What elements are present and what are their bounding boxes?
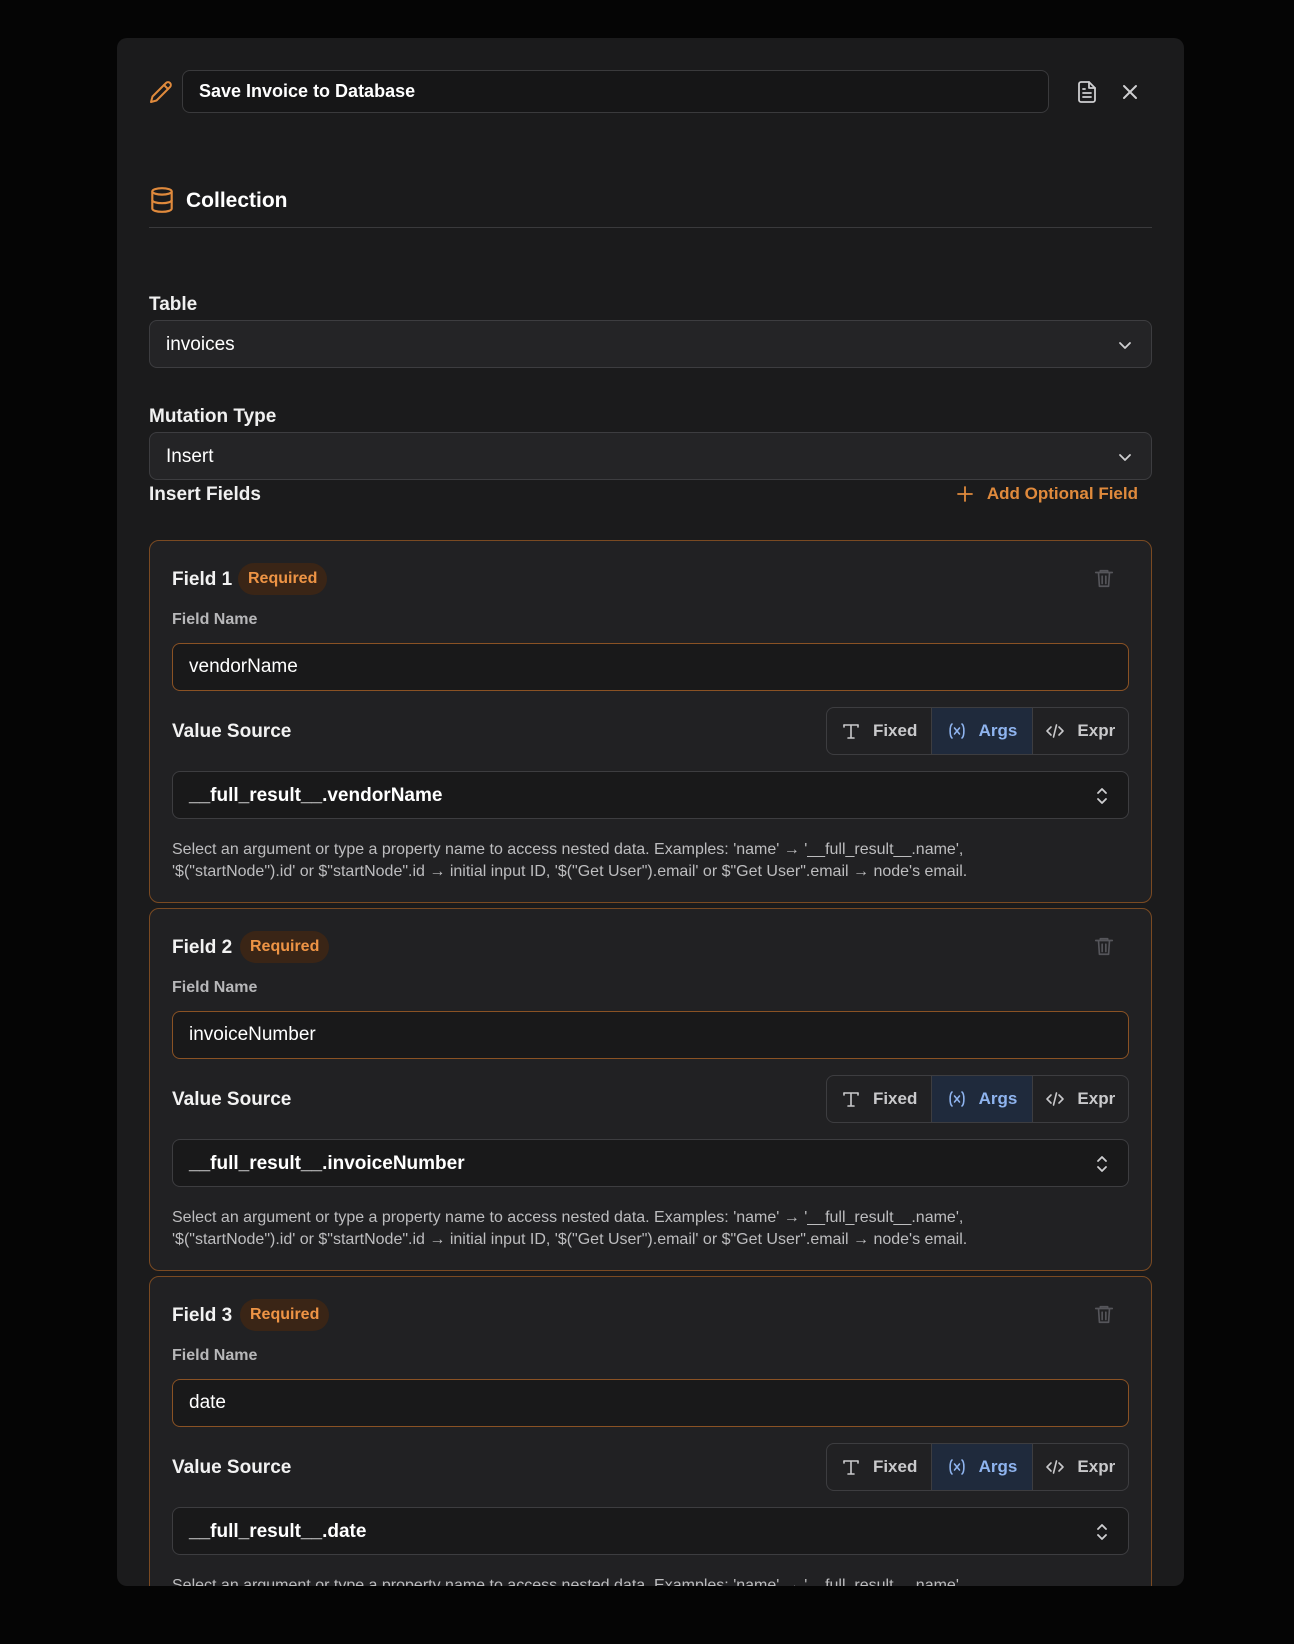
- plus-icon: [956, 486, 973, 502]
- chevron-up-down-icon: [1097, 1156, 1107, 1172]
- mutation-type-value: Insert: [166, 446, 214, 467]
- chevron-up-down-icon: [1097, 1524, 1107, 1540]
- field-name-input[interactable]: [172, 643, 1129, 691]
- node-title-input[interactable]: [182, 70, 1049, 113]
- table-label: Table: [149, 294, 198, 315]
- required-badge: Required: [240, 931, 330, 963]
- edit-node-panel: Collection Table invoices Mutation Type …: [117, 38, 1184, 1586]
- field-card: Field 2 Required Field Name Value Source…: [149, 908, 1152, 1271]
- chevron-down-icon: [1119, 454, 1131, 461]
- field-title: Field 1: [172, 569, 233, 590]
- code-icon: [1046, 1092, 1065, 1106]
- argument-select[interactable]: __full_result__.vendorName: [172, 771, 1129, 819]
- variable-icon: [948, 1091, 965, 1107]
- source-option-args[interactable]: Args: [932, 1444, 1033, 1490]
- panel-header: [149, 70, 1152, 113]
- mutation-type-label: Mutation Type: [149, 406, 277, 427]
- field-name-input[interactable]: [172, 1379, 1129, 1427]
- value-source-label: Value Source: [172, 1457, 292, 1478]
- field-name-input[interactable]: [172, 1011, 1129, 1059]
- add-optional-field-button[interactable]: Add Optional Field: [955, 482, 1138, 506]
- pencil-icon: [150, 81, 172, 103]
- value-source-toggle: Fixed Args Expr: [826, 1075, 1129, 1123]
- required-badge: Required: [240, 1299, 330, 1331]
- source-option-fixed[interactable]: Fixed: [827, 1444, 933, 1490]
- source-option-expr[interactable]: Expr: [1033, 1444, 1128, 1490]
- variable-icon: [948, 723, 965, 739]
- source-option-args[interactable]: Args: [932, 1076, 1033, 1122]
- add-optional-field-label: Add Optional Field: [986, 484, 1138, 503]
- document-icon[interactable]: [1075, 80, 1099, 104]
- database-icon: [151, 187, 173, 213]
- field-name-label: Field Name: [172, 1347, 258, 1364]
- argument-help-text: Select an argument or type a property na…: [172, 1209, 968, 1248]
- text-icon: [843, 724, 859, 739]
- argument-help-text: Select an argument or type a property na…: [172, 1577, 964, 1586]
- collection-section-header: Collection: [149, 186, 1152, 228]
- table-select-value: invoices: [166, 334, 235, 355]
- field-title: Field 2: [172, 937, 233, 958]
- source-option-expr[interactable]: Expr: [1033, 1076, 1128, 1122]
- value-source-toggle: Fixed Args Expr: [826, 707, 1129, 755]
- text-icon: [843, 1092, 859, 1107]
- table-select[interactable]: invoices: [149, 320, 1152, 368]
- argument-select[interactable]: __full_result__.date: [172, 1507, 1129, 1555]
- source-option-fixed[interactable]: Fixed: [827, 708, 933, 754]
- source-option-fixed[interactable]: Fixed: [827, 1076, 933, 1122]
- source-option-expr[interactable]: Expr: [1033, 708, 1128, 754]
- value-source-toggle: Fixed Args Expr: [826, 1443, 1129, 1491]
- chevron-up-down-icon: [1097, 788, 1107, 804]
- argument-select-value: __full_result__.vendorName: [189, 785, 443, 806]
- field-card: Field 1 Required Field Name Value Source…: [149, 540, 1152, 903]
- code-icon: [1046, 1460, 1065, 1474]
- variable-icon: [948, 1459, 965, 1475]
- chevron-down-icon: [1119, 342, 1131, 349]
- value-source-label: Value Source: [172, 1089, 292, 1110]
- close-icon[interactable]: [1118, 80, 1142, 104]
- text-icon: [843, 1460, 859, 1475]
- argument-select-value: __full_result__.invoiceNumber: [189, 1153, 465, 1174]
- code-icon: [1046, 724, 1065, 738]
- field-title: Field 3: [172, 1305, 233, 1326]
- field-name-label: Field Name: [172, 979, 258, 996]
- source-option-args[interactable]: Args: [932, 708, 1033, 754]
- insert-fields-title: Insert Fields: [149, 484, 261, 505]
- section-title: Collection: [186, 189, 288, 212]
- trash-icon[interactable]: [1093, 567, 1115, 589]
- trash-icon[interactable]: [1093, 1303, 1115, 1325]
- required-badge: Required: [238, 563, 328, 595]
- argument-select[interactable]: __full_result__.invoiceNumber: [172, 1139, 1129, 1187]
- value-source-label: Value Source: [172, 721, 292, 742]
- field-card: Field 3 Required Field Name Value Source…: [149, 1276, 1152, 1586]
- trash-icon[interactable]: [1093, 935, 1115, 957]
- field-name-label: Field Name: [172, 611, 258, 628]
- mutation-type-select[interactable]: Insert: [149, 432, 1152, 480]
- argument-select-value: __full_result__.date: [189, 1521, 367, 1542]
- argument-help-text: Select an argument or type a property na…: [172, 841, 968, 880]
